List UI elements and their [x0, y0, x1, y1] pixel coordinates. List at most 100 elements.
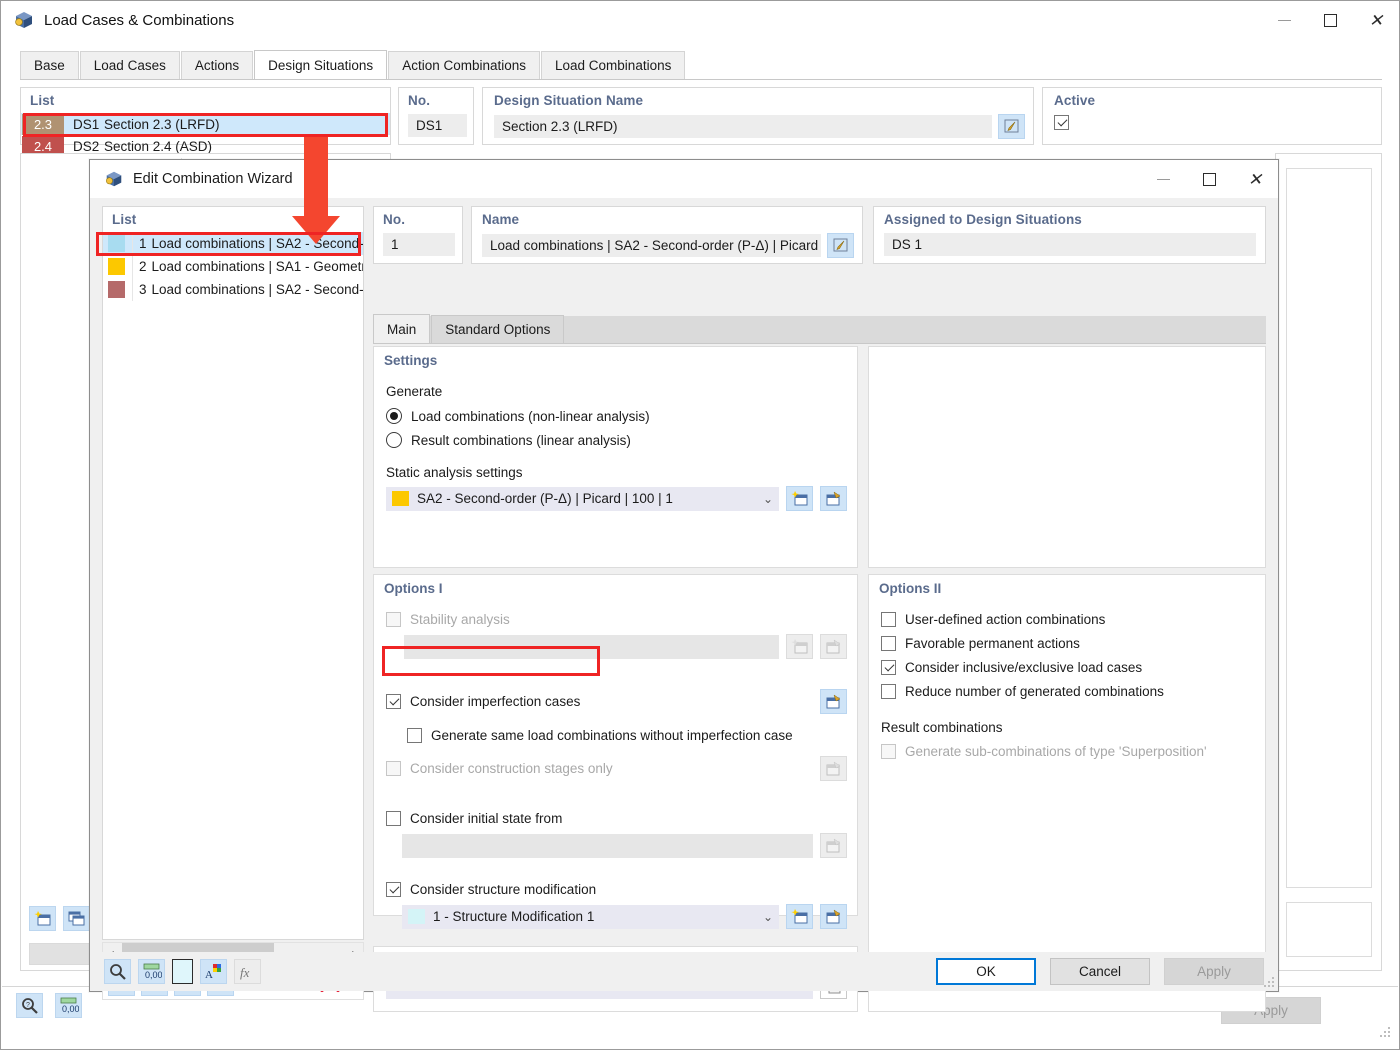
main-titlebar: Load Cases & Combinations ✕: [1, 1, 1399, 39]
new-icon[interactable]: [786, 904, 813, 929]
list-item[interactable]: 3 Load combinations | SA2 - Second-o: [103, 278, 363, 301]
app-cube-icon: [104, 169, 124, 189]
minimize-icon[interactable]: [1261, 1, 1307, 39]
row-tag-badge: 2.3: [22, 113, 64, 135]
table-row[interactable]: 2.3 DS1 Section 2.3 (LRFD): [21, 113, 390, 135]
svg-text:A: A: [205, 969, 213, 981]
edit-icon[interactable]: [820, 689, 847, 714]
structure-modification-combo[interactable]: 1 - Structure Modification 1 ⌄: [402, 904, 779, 929]
help-magnifier-icon[interactable]: [104, 959, 131, 984]
static-analysis-label: Static analysis settings: [386, 465, 523, 480]
ok-button[interactable]: OK: [936, 958, 1036, 985]
new-window-icon[interactable]: [29, 906, 56, 931]
tab-actions[interactable]: Actions: [180, 51, 254, 79]
minimize-icon[interactable]: [1140, 160, 1186, 198]
cancel-button[interactable]: Cancel: [1050, 958, 1150, 985]
structure-modification-row[interactable]: Consider structure modification: [386, 882, 857, 897]
dialog-window-controls: ✕: [1140, 160, 1278, 198]
color-swatch: [392, 491, 409, 506]
list-item-number: 3: [138, 282, 147, 297]
font-icon[interactable]: A: [200, 959, 227, 984]
edit-icon[interactable]: [820, 486, 847, 511]
initial-state-checkbox[interactable]: [386, 811, 401, 826]
user-defined-action-combinations-row[interactable]: User-defined action combinations: [881, 612, 1265, 627]
tab-action-combinations[interactable]: Action Combinations: [388, 51, 541, 79]
svg-text:fx: fx: [240, 965, 250, 980]
construction-stages-row: Consider construction stages only: [386, 761, 820, 776]
tab-standard-options[interactable]: Standard Options: [431, 315, 565, 343]
generate-same-row[interactable]: Generate same load combinations without …: [407, 728, 857, 743]
new-icon: [786, 634, 813, 659]
radio-result-combinations[interactable]: Result combinations (linear analysis): [386, 432, 857, 448]
background-right-panel: [1275, 153, 1382, 971]
structure-modification-label: Consider structure modification: [410, 882, 597, 897]
static-analysis-combo[interactable]: SA2 - Second-order (P-Δ) | Picard | 100 …: [386, 486, 779, 511]
active-panel: Active: [1042, 87, 1382, 145]
stability-analysis-row: Stability analysis: [386, 612, 857, 627]
tab-load-cases[interactable]: Load Cases: [79, 51, 180, 79]
favorable-permanent-actions-checkbox[interactable]: [881, 636, 896, 651]
checkbox-label: Favorable permanent actions: [905, 636, 1080, 651]
active-checkbox[interactable]: [1054, 115, 1069, 130]
close-icon[interactable]: ✕: [1353, 1, 1399, 39]
copy-window-icon[interactable]: [63, 906, 90, 931]
structure-modification-checkbox[interactable]: [386, 882, 401, 897]
settings-title: Settings: [384, 353, 438, 368]
radio-button[interactable]: [386, 432, 402, 448]
color-swatch: [108, 281, 125, 298]
options2-group: Options II User-defined action combinati…: [868, 574, 1266, 1012]
user-defined-action-combinations-checkbox[interactable]: [881, 612, 896, 627]
tab-main[interactable]: Main: [373, 314, 431, 343]
row-id: DS2: [73, 138, 100, 154]
generate-same-checkbox[interactable]: [407, 728, 422, 743]
initial-state-field: [402, 833, 813, 858]
consider-imperfection-row[interactable]: Consider imperfection cases: [386, 694, 820, 709]
resize-grip[interactable]: [1264, 977, 1276, 989]
construction-stages-label: Consider construction stages only: [410, 761, 613, 776]
structure-modification-value: 1 - Structure Modification 1: [433, 909, 595, 924]
settings-group: Settings Generate Load combinations (non…: [373, 346, 858, 568]
blank-right-panel: [868, 346, 1266, 568]
tab-base[interactable]: Base: [20, 51, 79, 79]
reduce-number-row[interactable]: Reduce number of generated combinations: [881, 684, 1265, 699]
consider-inclusive-exclusive-row[interactable]: Consider inclusive/exclusive load cases: [881, 660, 1265, 675]
color-swatch-icon[interactable]: [172, 959, 193, 984]
units-icon[interactable]: 0,00: [55, 993, 82, 1018]
chevron-down-icon[interactable]: ⌄: [763, 492, 773, 506]
new-icon[interactable]: [786, 486, 813, 511]
tab-design-situations[interactable]: Design Situations: [254, 50, 388, 79]
radio-label: Result combinations (linear analysis): [411, 432, 631, 448]
close-icon[interactable]: ✕: [1232, 160, 1278, 198]
initial-state-label: Consider initial state from: [410, 811, 563, 826]
sub-combinations-row: Generate sub-combinations of type 'Super…: [881, 744, 1265, 759]
radio-button[interactable]: [386, 408, 402, 424]
application-window: Load Cases & Combinations ✕ Base Load Ca…: [0, 0, 1400, 1050]
tab-load-combinations[interactable]: Load Combinations: [541, 51, 686, 79]
dialog-title: Edit Combination Wizard: [133, 171, 293, 187]
design-situations-list: List 2.3 DS1 Section 2.3 (LRFD) 2.4 DS2 …: [20, 87, 391, 157]
help-magnifier-icon[interactable]: ?: [16, 993, 43, 1018]
consider-imperfection-checkbox[interactable]: [386, 694, 401, 709]
annotation-arrow-shaft: [304, 137, 328, 219]
maximize-icon[interactable]: [1186, 160, 1232, 198]
apply-button: Apply: [1164, 958, 1264, 985]
color-swatch: [108, 235, 125, 252]
favorable-permanent-actions-row[interactable]: Favorable permanent actions: [881, 636, 1265, 651]
initial-state-row[interactable]: Consider initial state from: [386, 811, 857, 826]
edit-pencil-icon[interactable]: [827, 233, 854, 258]
resize-grip[interactable]: [1380, 1027, 1392, 1039]
edit-pencil-icon[interactable]: [998, 114, 1025, 139]
svg-text:?: ?: [26, 1002, 30, 1009]
list-item[interactable]: 2 Load combinations | SA1 - Geometric: [103, 255, 363, 278]
svg-text:0,00: 0,00: [145, 970, 162, 980]
checkbox-label: User-defined action combinations: [905, 612, 1106, 627]
edit-icon[interactable]: [820, 904, 847, 929]
reduce-number-checkbox[interactable]: [881, 684, 896, 699]
maximize-icon[interactable]: [1307, 1, 1353, 39]
units-icon[interactable]: 0,00: [138, 959, 165, 984]
formula-icon[interactable]: fx: [234, 959, 261, 984]
consider-inclusive-exclusive-checkbox[interactable]: [881, 660, 896, 675]
radio-load-combinations[interactable]: Load combinations (non-linear analysis): [386, 408, 857, 424]
assigned-value: DS 1: [884, 233, 1256, 256]
chevron-down-icon[interactable]: ⌄: [763, 910, 773, 924]
